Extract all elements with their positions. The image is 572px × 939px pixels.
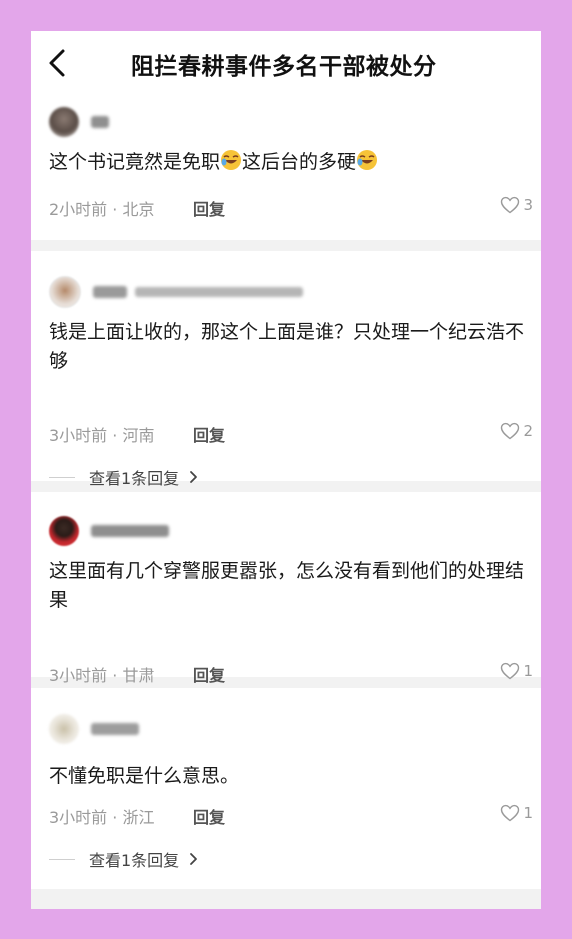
comment-meta: 3小时前 · 甘肃 [49, 666, 155, 685]
reply-button[interactable]: 回复 [193, 196, 225, 220]
laughing-emoji-icon [221, 150, 242, 170]
comment-time: 2小时前 [49, 200, 108, 219]
like-count: 1 [523, 662, 533, 680]
comment-card: 不懂免职是什么意思。 3小时前 · 浙江 回复 1 查看1条回复 [31, 688, 541, 889]
avatar[interactable] [49, 276, 81, 308]
comment-time: 3小时前 [49, 426, 108, 445]
laughing-emoji-icon [357, 150, 378, 170]
view-replies-link[interactable]: 查看1条回复 [49, 847, 198, 871]
page-title: 阻拦春耕事件多名干部被处分 [131, 54, 437, 80]
chevron-right-icon [190, 853, 198, 865]
back-arrow-icon[interactable] [43, 47, 71, 79]
comment-location: 甘肃 [122, 666, 155, 685]
chevron-right-icon [190, 471, 198, 483]
comment-text: 这个书记竟然是免职 这后台的多硬 [49, 148, 529, 177]
view-replies-label: 查看1条回复 [89, 469, 180, 488]
comment-location: 北京 [122, 200, 155, 219]
user-row[interactable] [49, 714, 139, 744]
comment-card: 这个书记竟然是免职 这后台的多硬 2小时前 · 北京 回复 3 [31, 95, 541, 240]
username-blurred[interactable] [91, 116, 109, 128]
reply-button[interactable]: 回复 [193, 422, 225, 446]
comment-meta: 3小时前 · 浙江 [49, 808, 155, 827]
like-count: 3 [523, 196, 533, 214]
like-button[interactable]: 3 [500, 196, 533, 214]
like-count: 2 [523, 422, 533, 440]
heart-outline-icon [501, 662, 520, 680]
comment-location: 河南 [122, 426, 155, 445]
comment-time: 3小时前 [49, 666, 108, 685]
comment-meta: 3小时前 · 河南 [49, 426, 155, 445]
user-row[interactable] [49, 516, 169, 546]
like-button[interactable]: 2 [500, 422, 533, 440]
comment-text: 钱是上面让收的，那这个上面是谁？只处理一个纪云浩不够 [49, 321, 525, 372]
heart-outline-icon [501, 422, 520, 440]
comment-meta: 2小时前 · 北京 [49, 200, 155, 219]
comment-location: 浙江 [122, 808, 155, 827]
reply-button[interactable]: 回复 [193, 662, 225, 686]
avatar[interactable] [49, 714, 79, 744]
comment-text: 这里面有几个穿警服更嚣张，怎么没有看到他们的处理结果 [49, 560, 525, 611]
avatar[interactable] [49, 516, 79, 546]
avatar[interactable] [49, 107, 79, 137]
top-bar: 阻拦春耕事件多名干部被处分 [31, 31, 541, 95]
like-button[interactable]: 1 [500, 804, 533, 822]
comment-card: 钱是上面让收的，那这个上面是谁？只处理一个纪云浩不够 3小时前 · 河南 回复 … [31, 251, 541, 488]
view-replies-link[interactable]: 查看1条回复 [49, 465, 198, 489]
username-blurred[interactable] [91, 723, 139, 735]
like-count: 1 [523, 804, 533, 822]
username-blurred-extra [135, 287, 303, 297]
user-row[interactable] [49, 276, 303, 308]
comment-text: 不懂免职是什么意思。 [49, 765, 240, 787]
heart-outline-icon [501, 804, 520, 822]
heart-outline-icon [501, 196, 520, 214]
divider-dash [49, 476, 75, 478]
username-blurred[interactable] [93, 286, 127, 298]
comment-text-part-2: 这后台的多硬 [242, 151, 357, 173]
like-button[interactable]: 1 [500, 662, 533, 680]
comment-text-part-1: 这个书记竟然是免职 [49, 151, 221, 173]
reply-button[interactable]: 回复 [193, 804, 225, 828]
comment-card: 这里面有几个穿警服更嚣张，怎么没有看到他们的处理结果 3小时前 · 甘肃 回复 … [31, 492, 541, 685]
username-blurred[interactable] [91, 525, 169, 537]
comment-time: 3小时前 [49, 808, 108, 827]
view-replies-label: 查看1条回复 [89, 851, 180, 870]
divider-dash [49, 858, 75, 860]
user-row[interactable] [49, 107, 109, 137]
app-screen: 阻拦春耕事件多名干部被处分 这个书记竟然是免职 这后台的多硬 2小时前 · 北京 … [31, 31, 541, 909]
